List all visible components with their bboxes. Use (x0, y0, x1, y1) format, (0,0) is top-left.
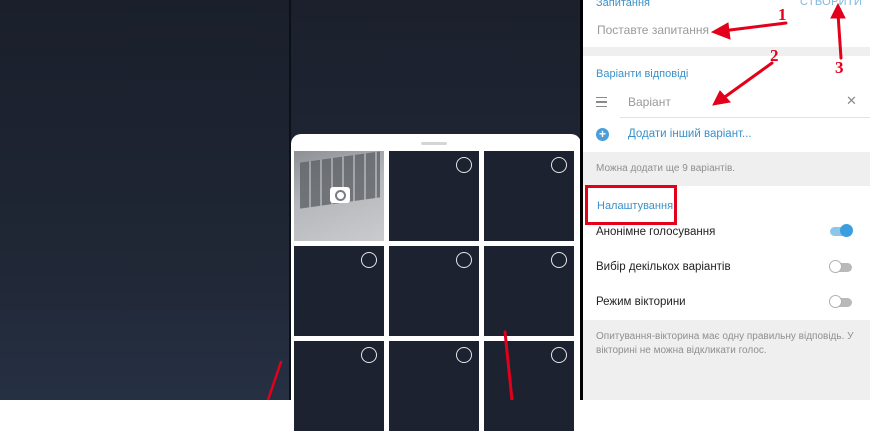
quiz-hint-line-2: вікторині не можна відкликати голос. (596, 345, 767, 356)
quiz-hint-line-1: Опитування-вікторина має одну правильну … (596, 331, 854, 342)
annotation-number-2: 2 (770, 46, 779, 65)
circle-select-icon[interactable] (361, 252, 377, 268)
background-screen-left (0, 0, 289, 400)
circle-select-icon[interactable] (551, 347, 567, 363)
drag-handle-icon[interactable] (596, 97, 607, 107)
circle-select-icon[interactable] (361, 347, 377, 363)
setting-label-multiple: Вибір декількох варіантів (596, 261, 731, 273)
answer-option-input[interactable]: Варіант (628, 95, 671, 109)
add-option-button[interactable]: Додати інший варіант... (628, 128, 752, 140)
circle-select-icon[interactable] (456, 252, 472, 268)
gallery-photo[interactable] (294, 246, 384, 336)
anonymous-toggle[interactable] (830, 224, 853, 237)
row-divider (620, 117, 870, 118)
circle-select-icon[interactable] (551, 252, 567, 268)
question-section-title: Запитання (596, 0, 651, 9)
gallery-photo[interactable] (389, 341, 479, 431)
gallery-photo[interactable] (294, 341, 384, 431)
circle-select-icon[interactable] (456, 157, 472, 173)
setting-label-quiz: Режим вікторини (596, 296, 686, 308)
gallery-photo[interactable] (484, 151, 574, 241)
setting-label-anonymous: Анонімне голосування (596, 226, 716, 238)
gallery-photo[interactable] (484, 246, 574, 336)
gallery-photo[interactable] (389, 246, 479, 336)
question-input[interactable]: Поставте запитання (597, 23, 709, 37)
gallery-photo[interactable] (389, 151, 479, 241)
create-button[interactable]: СТВОРИТИ (800, 0, 862, 8)
circle-select-icon[interactable] (456, 347, 472, 363)
gallery-grid (294, 151, 578, 431)
camera-icon (330, 187, 350, 203)
camera-tile[interactable] (294, 151, 384, 241)
close-icon[interactable]: ✕ (846, 93, 857, 109)
annotation-number-3: 3 (835, 58, 844, 77)
answers-section-title: Варіанти відповіді (596, 68, 689, 80)
plus-icon[interactable]: + (596, 128, 609, 141)
multiple-answers-toggle[interactable] (829, 260, 852, 273)
annotation-number-1: 1 (778, 5, 787, 24)
quiz-mode-toggle[interactable] (829, 295, 852, 308)
sheet-drag-handle[interactable] (421, 142, 447, 145)
gallery-photo[interactable] (484, 341, 574, 431)
settings-highlight-box (585, 185, 677, 225)
remaining-options-hint: Можна додати ще 9 варіантів. (596, 163, 736, 174)
circle-select-icon[interactable] (551, 157, 567, 173)
